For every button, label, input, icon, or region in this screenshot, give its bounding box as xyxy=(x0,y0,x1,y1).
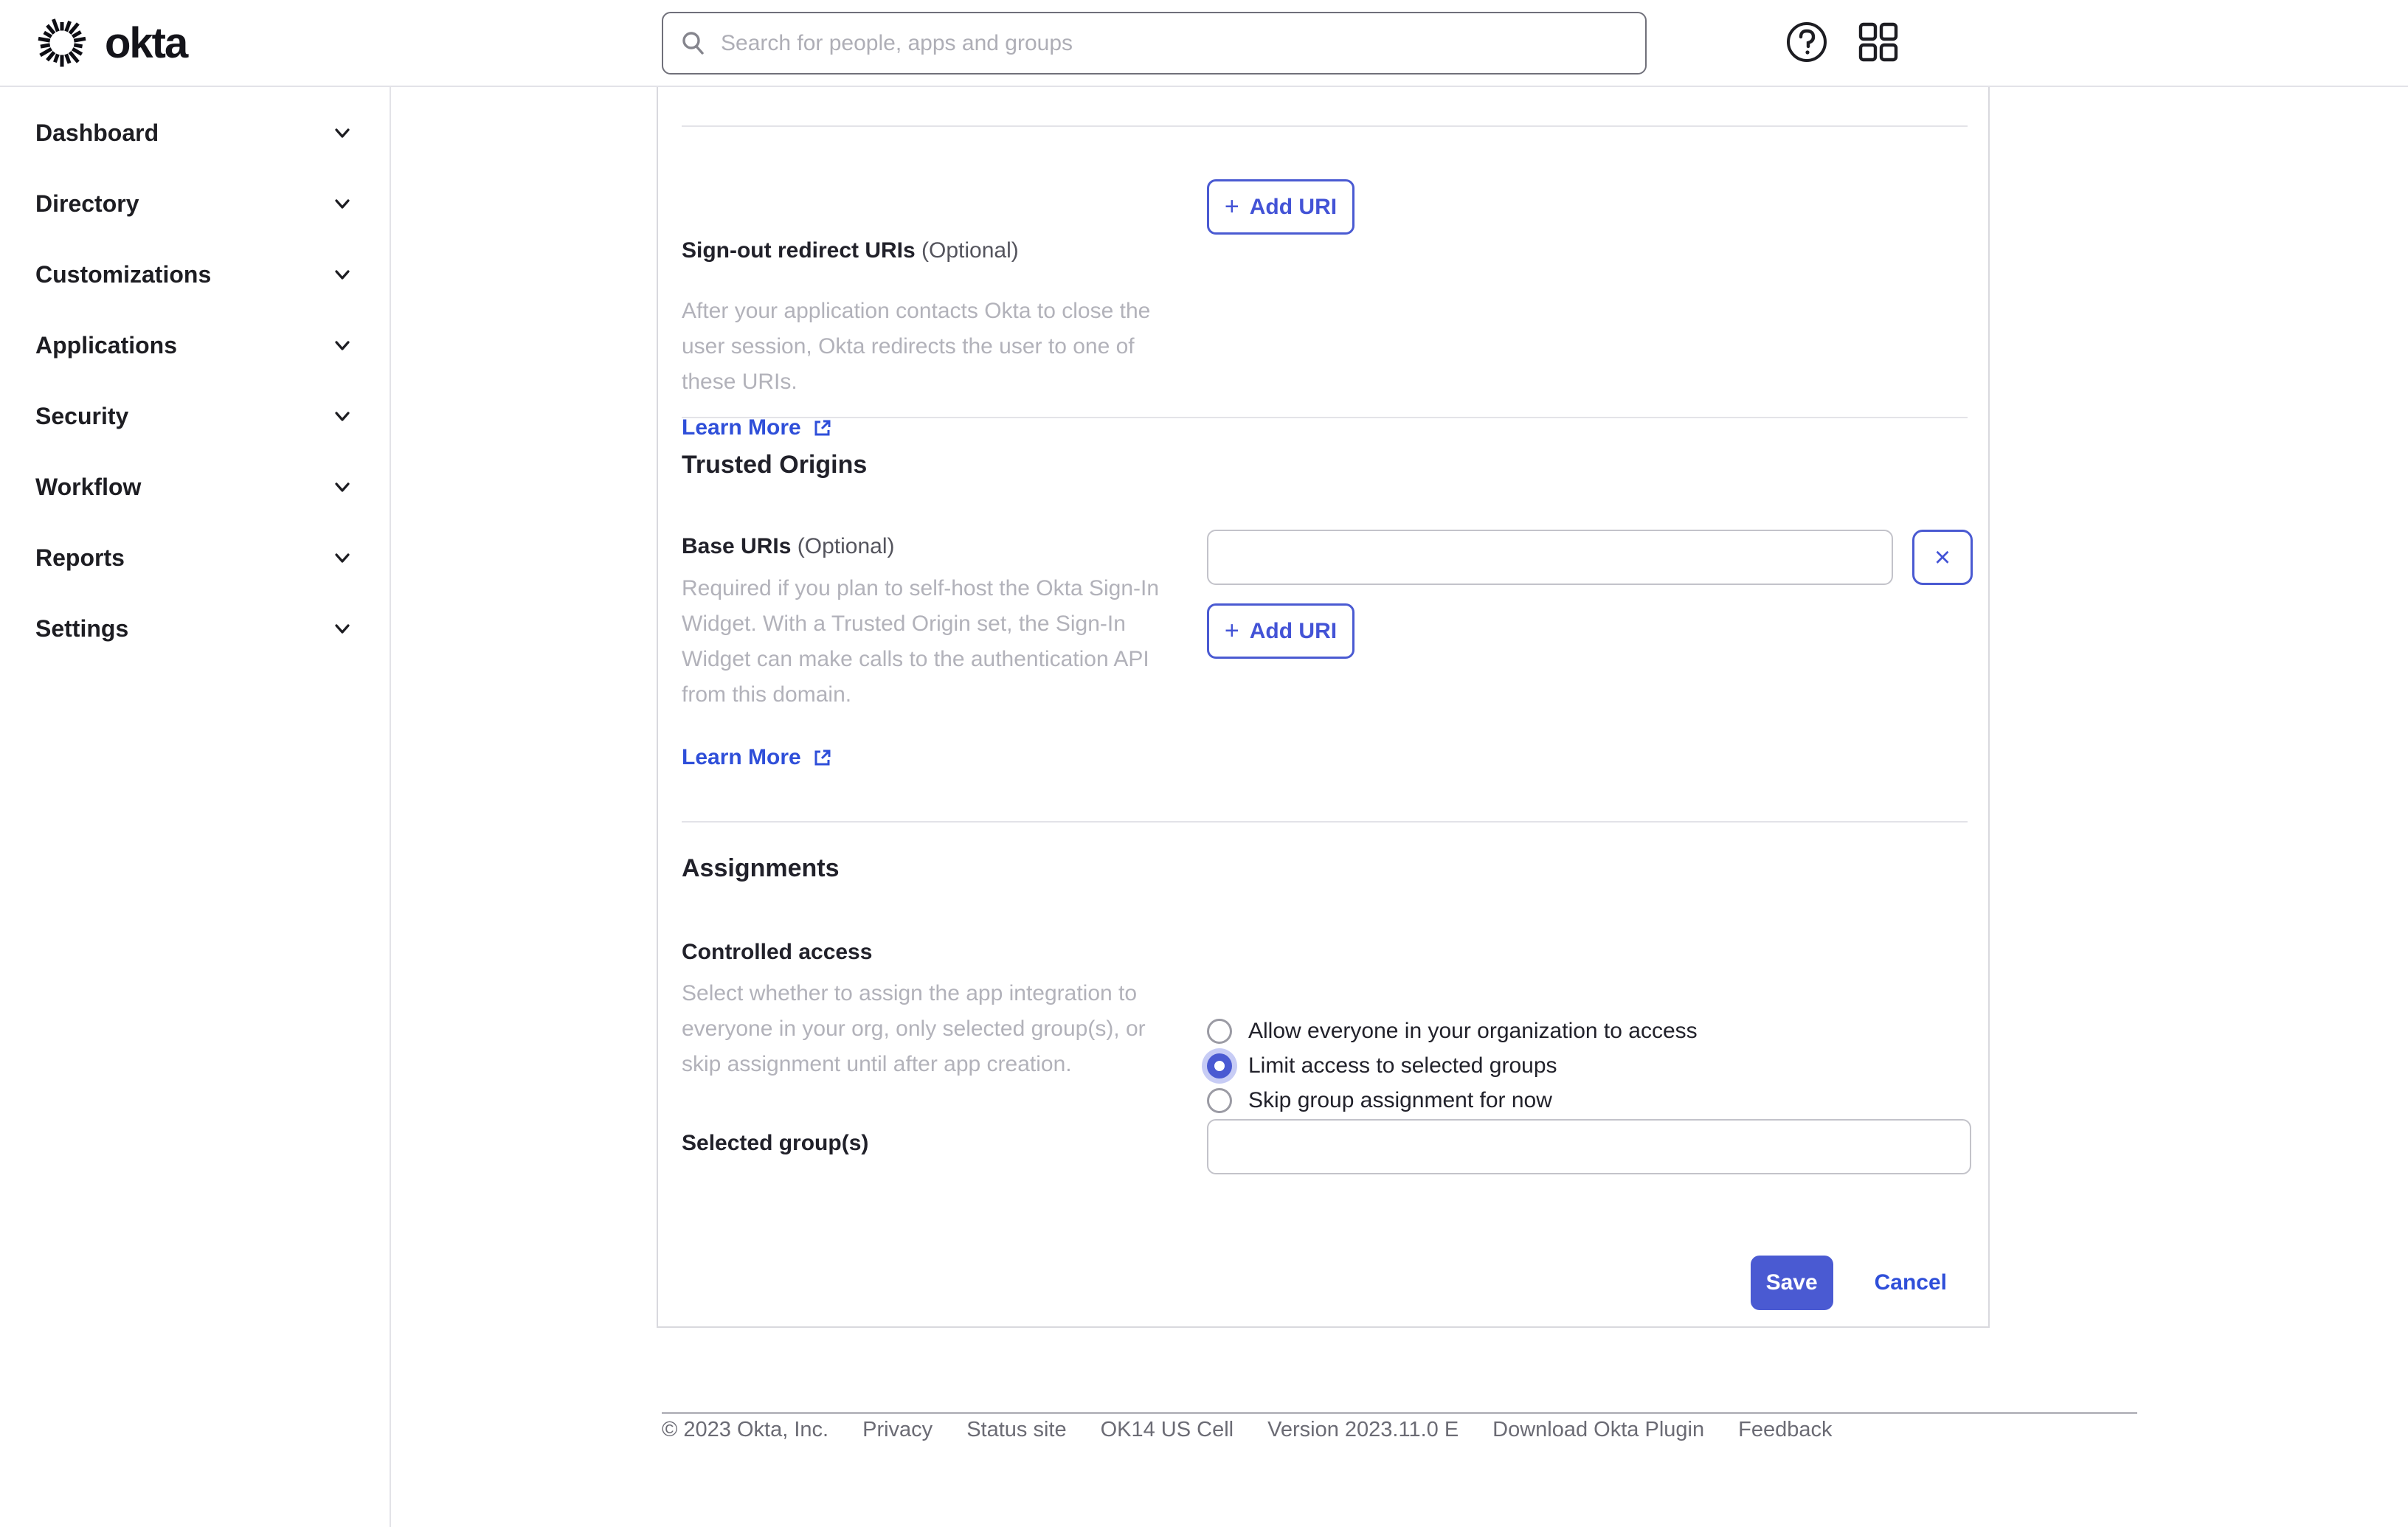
signout-add-uri-button[interactable]: + Add URI xyxy=(1207,179,1354,235)
footer-divider xyxy=(662,1412,2137,1414)
add-uri-label: Add URI xyxy=(1249,194,1338,219)
radio-button-icon xyxy=(1207,1053,1232,1078)
sidebar-item-label: Customizations xyxy=(35,260,212,288)
selected-groups-input[interactable] xyxy=(1207,1119,1971,1174)
chevron-down-icon xyxy=(335,128,350,138)
chevron-down-icon xyxy=(335,270,350,280)
signout-redirect-uris-description: After your application contacts Okta to … xyxy=(682,299,1151,394)
sidebar-item-customizations[interactable]: Customizations xyxy=(0,239,390,310)
radio-skip-assignment[interactable]: Skip group assignment for now xyxy=(1207,1083,1698,1118)
optional-tag: (Optional) xyxy=(797,534,895,558)
trusted-learn-more-link[interactable]: Learn More xyxy=(682,745,832,770)
chevron-down-icon xyxy=(335,482,350,492)
sidebar-item-label: Reports xyxy=(35,544,125,571)
okta-logo[interactable]: okta xyxy=(37,18,188,68)
sidebar-item-workflow[interactable]: Workflow xyxy=(0,451,390,522)
base-uris-description: Required if you plan to self-host the Ok… xyxy=(682,576,1160,707)
controlled-access-label: Controlled access xyxy=(682,940,872,965)
app-settings-card: Sign-out redirect URIs (Optional) After … xyxy=(657,87,1990,1328)
sidebar-item-applications[interactable]: Applications xyxy=(0,310,390,381)
section-divider xyxy=(682,821,1968,823)
signout-learn-more-link[interactable]: Learn More xyxy=(682,415,832,440)
trusted-origins-heading: Trusted Origins xyxy=(682,451,868,479)
okta-aura-icon xyxy=(38,18,86,67)
footer-cell-label: OK14 US Cell xyxy=(1100,1418,1234,1441)
field-label-text: Controlled access xyxy=(682,940,873,964)
sidebar-item-directory[interactable]: Directory xyxy=(0,168,390,239)
form-actions: Save Cancel xyxy=(1750,1256,1947,1310)
assignments-heading: Assignments xyxy=(682,854,840,882)
base-uris-label: Base URIs (Optional) xyxy=(682,534,894,559)
cancel-button[interactable]: Cancel xyxy=(1875,1270,1947,1295)
sidebar-item-label: Workflow xyxy=(35,473,142,500)
top-bar: okta xyxy=(0,0,2408,87)
sidebar-item-label: Applications xyxy=(35,331,178,359)
optional-tag: (Optional) xyxy=(921,238,1019,263)
controlled-access-radio-group: Allow everyone in your organization to a… xyxy=(1207,1014,1698,1118)
radio-limit-access[interactable]: Limit access to selected groups xyxy=(1207,1048,1698,1083)
chevron-down-icon xyxy=(335,553,350,563)
radio-label: Skip group assignment for now xyxy=(1248,1087,1552,1112)
add-uri-label: Add URI xyxy=(1249,618,1338,643)
learn-more-text: Learn More xyxy=(682,415,801,440)
external-link-icon xyxy=(814,420,831,436)
radio-allow-everyone[interactable]: Allow everyone in your organization to a… xyxy=(1207,1014,1698,1048)
search-input[interactable] xyxy=(662,12,1647,75)
sidebar-item-label: Dashboard xyxy=(35,119,159,146)
plus-icon: + xyxy=(1224,193,1239,221)
apps-grid-icon[interactable] xyxy=(1858,21,1899,63)
radio-button-icon xyxy=(1207,1018,1232,1044)
sidebar-item-label: Settings xyxy=(35,614,129,642)
okta-logo-text: okta xyxy=(105,18,188,67)
trusted-add-uri-button[interactable]: + Add URI xyxy=(1207,603,1354,659)
save-button[interactable]: Save xyxy=(1750,1256,1833,1310)
sidebar-item-label: Directory xyxy=(35,190,139,217)
radio-label: Allow everyone in your organization to a… xyxy=(1248,1018,1698,1043)
section-divider xyxy=(682,417,1968,418)
footer-link-download-plugin[interactable]: Download Okta Plugin xyxy=(1492,1418,1704,1442)
footer-version-label: Version 2023.11.0 E xyxy=(1267,1418,1459,1441)
sidebar-item-security[interactable]: Security xyxy=(0,381,390,451)
chevron-down-icon xyxy=(335,412,350,421)
sidebar-item-dashboard[interactable]: Dashboard xyxy=(0,97,390,168)
footer-link-status-site[interactable]: Status site xyxy=(966,1418,1066,1442)
external-link-icon xyxy=(814,749,831,766)
global-search xyxy=(662,12,1647,75)
radio-button-icon xyxy=(1207,1087,1232,1113)
field-label-text: Base URIs xyxy=(682,534,792,558)
search-icon xyxy=(682,32,704,55)
footer-link-privacy[interactable]: Privacy xyxy=(862,1418,933,1442)
help-icon[interactable] xyxy=(1785,21,1828,63)
signout-redirect-uris-label: Sign-out redirect URIs (Optional) xyxy=(682,238,1019,263)
field-label-text: Selected group(s) xyxy=(682,1131,869,1155)
controlled-access-description: Select whether to assign the app integra… xyxy=(682,981,1146,1076)
chevron-down-icon xyxy=(335,199,350,209)
sidebar-item-reports[interactable]: Reports xyxy=(0,522,390,593)
sidebar-nav: Dashboard Directory Customizations Appli… xyxy=(0,87,391,1527)
base-uri-input[interactable] xyxy=(1207,530,1893,585)
footer: © 2023 Okta, Inc. Privacy Status site OK… xyxy=(662,1418,1832,1442)
plus-icon: + xyxy=(1224,617,1239,645)
section-divider xyxy=(682,125,1968,127)
selected-groups-label: Selected group(s) xyxy=(682,1131,868,1156)
sidebar-item-label: Security xyxy=(35,402,129,429)
footer-copyright: © 2023 Okta, Inc. xyxy=(662,1418,829,1441)
chevron-down-icon xyxy=(335,624,350,634)
remove-uri-button[interactable]: × xyxy=(1912,530,1973,585)
sidebar-item-settings[interactable]: Settings xyxy=(0,593,390,664)
learn-more-text: Learn More xyxy=(682,745,801,769)
radio-label: Limit access to selected groups xyxy=(1248,1053,1557,1078)
footer-link-feedback[interactable]: Feedback xyxy=(1738,1418,1832,1442)
chevron-down-icon xyxy=(335,341,350,350)
field-label-text: Sign-out redirect URIs xyxy=(682,238,916,263)
